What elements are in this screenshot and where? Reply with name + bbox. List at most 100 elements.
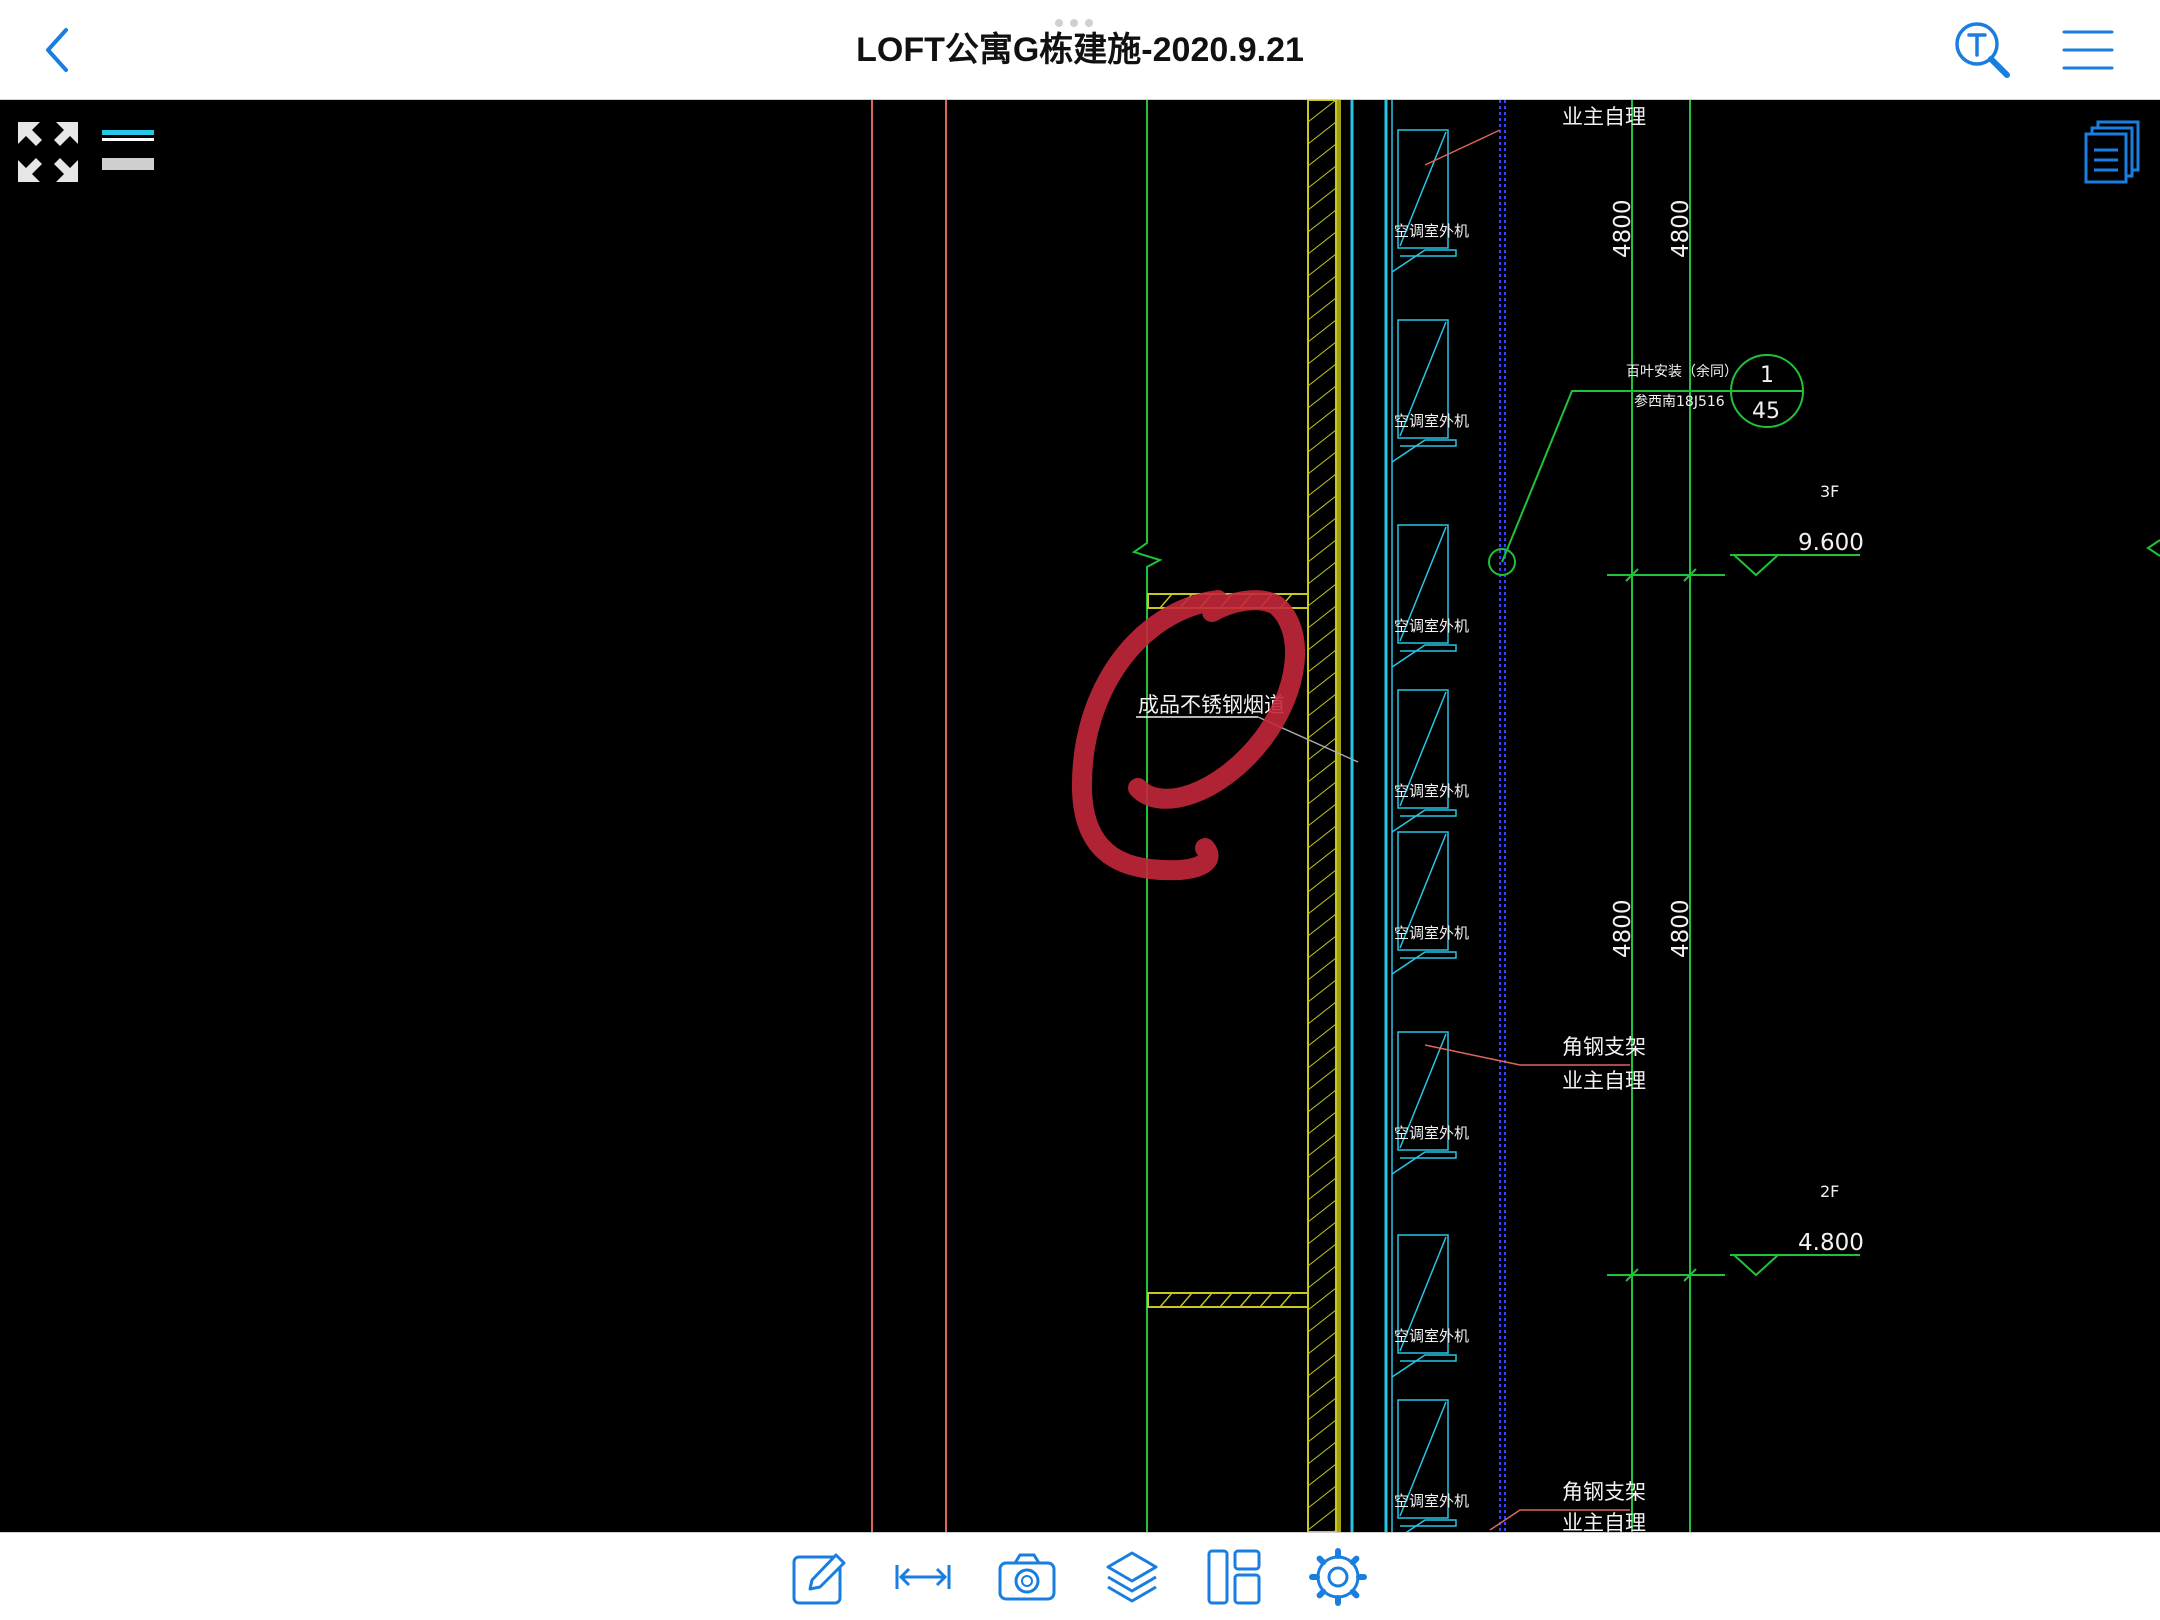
hatch-stroke [1307,407,1337,431]
hatch-stroke [1307,1221,1337,1245]
hatch-stroke [1307,781,1337,805]
owner-label: 业主自理 [1562,105,1646,129]
chevron-left-icon [46,28,68,72]
hatch-stroke [1307,1265,1337,1289]
hatch-stroke [1307,605,1337,629]
ac-unit-module [1397,1399,1457,1532]
hatch-stroke [1307,627,1337,651]
ac-unit-module [1391,1234,1457,1378]
hatch-stroke [1307,385,1337,409]
hatch-stroke [1307,1309,1337,1333]
hatch-stroke [1307,1199,1337,1223]
measure-tool-button[interactable] [893,1547,953,1607]
hatch-stroke [1307,1023,1337,1047]
hatch-stroke [1307,1463,1337,1487]
measure-arrows-icon [895,1565,951,1589]
layout-panels-icon [1207,1549,1261,1605]
sheet-list-button[interactable] [2082,118,2142,184]
hatch-stroke [1307,100,1337,123]
markup-circle[interactable] [1071,590,1305,881]
fullscreen-button[interactable] [16,120,80,184]
layout-tool-button[interactable] [1205,1547,1265,1607]
text-search-icon [1955,22,2010,78]
back-button[interactable] [30,22,86,78]
hatch-stroke [1307,495,1337,519]
ac-unit-module [1391,831,1457,975]
line-weight-toggle[interactable] [100,126,156,176]
hatch-stroke [1307,671,1337,695]
hatch-stroke [1307,1177,1337,1201]
hatch-stroke [1307,1353,1337,1377]
level-mark-2f [1733,1254,1779,1277]
hatch-stroke [1307,253,1337,277]
level-3f-name: 3F [1820,482,1839,501]
hatch-stroke [1307,209,1337,233]
dimension-value: 4800 [1668,199,1694,258]
hatch-stroke [1307,1287,1337,1311]
hatch-stroke [1307,869,1337,893]
hatch-stroke [1307,187,1337,211]
hatch-stroke [1307,1133,1337,1157]
drawing-canvas[interactable]: 成品不锈钢烟道 业主自理 角钢支架 业主自理 角钢支架 业主自理 百叶安装（余同… [0,100,2160,1532]
hamburger-icon [2062,30,2114,70]
louver-note-1: 百叶安装（余同） [1626,363,1738,380]
hatch-stroke [1307,1419,1337,1443]
pencil-edit-icon [792,1553,846,1605]
hatch-stroke [1307,1397,1337,1421]
hatch-stroke [1307,935,1337,959]
ac-unit-module [1391,524,1457,668]
ac-unit-module [1391,129,1457,273]
hatch-stroke [1307,913,1337,937]
menu-button[interactable] [2060,24,2116,76]
ac-unit-module [1391,1031,1457,1175]
hatch-stroke [1307,847,1337,871]
hatch-stroke [1307,143,1337,167]
hatch-stroke [1307,1001,1337,1025]
bracket-label: 角钢支架 [1562,1035,1646,1059]
hatch-stroke [1307,957,1337,981]
level-2f-name: 2F [1820,1182,1839,1201]
level-mark-3f [1733,554,1779,577]
ac-unit-label: 空调室外机 [1394,1327,1469,1345]
top-bar: LOFT公寓G栋建施-2020.9.21 [0,0,2160,100]
hatch-stroke [1307,561,1337,585]
hatch-stroke [1307,759,1337,783]
detail-sheet: 45 [1752,399,1780,424]
ac-unit-label: 空调室外机 [1394,222,1469,240]
hatch-stroke [1307,583,1337,607]
hatch-stroke [1307,1111,1337,1135]
hatch-stroke [1307,825,1337,849]
ac-unit-module [1391,319,1457,463]
hatch-stroke [1307,1067,1337,1091]
camera-tool-button[interactable] [997,1547,1057,1607]
text-search-button[interactable] [1950,18,2014,82]
bracket-label: 角钢支架 [1562,1480,1646,1504]
hatch-stroke [1307,451,1337,475]
hatch-stroke [1307,539,1337,563]
hatch-stroke [1307,1441,1337,1465]
dimension-value: 4800 [1668,899,1694,958]
hatch-stroke [1307,341,1337,365]
camera-icon [998,1553,1056,1601]
hatch-stroke [1307,1507,1337,1531]
slab-bottom [1147,1292,1309,1308]
ac-unit-label: 空调室外机 [1394,924,1469,942]
settings-tool-button[interactable] [1308,1547,1368,1607]
level-3f-value: 9.600 [1798,530,1864,556]
layers-tool-button[interactable] [1102,1547,1162,1607]
window-grabber[interactable] [1055,14,1105,27]
owner-label: 业主自理 [1562,1511,1646,1532]
cad-drawing: 成品不锈钢烟道 业主自理 角钢支架 业主自理 角钢支架 业主自理 百叶安装（余同… [871,100,2160,1532]
hatch-stroke [1307,1045,1337,1069]
hatch-stroke [1307,891,1337,915]
hatch-stroke [1307,1331,1337,1355]
dimension-value: 4800 [1610,199,1636,258]
ac-unit-module [1391,689,1457,833]
hatch-stroke [1307,693,1337,717]
hatch-stroke [1307,1155,1337,1179]
hatch-stroke [1307,1243,1337,1267]
annotate-tool-button[interactable] [790,1547,850,1607]
wall-line [1131,100,1163,1532]
hatch-stroke [1307,275,1337,299]
gear-icon [1309,1548,1367,1606]
